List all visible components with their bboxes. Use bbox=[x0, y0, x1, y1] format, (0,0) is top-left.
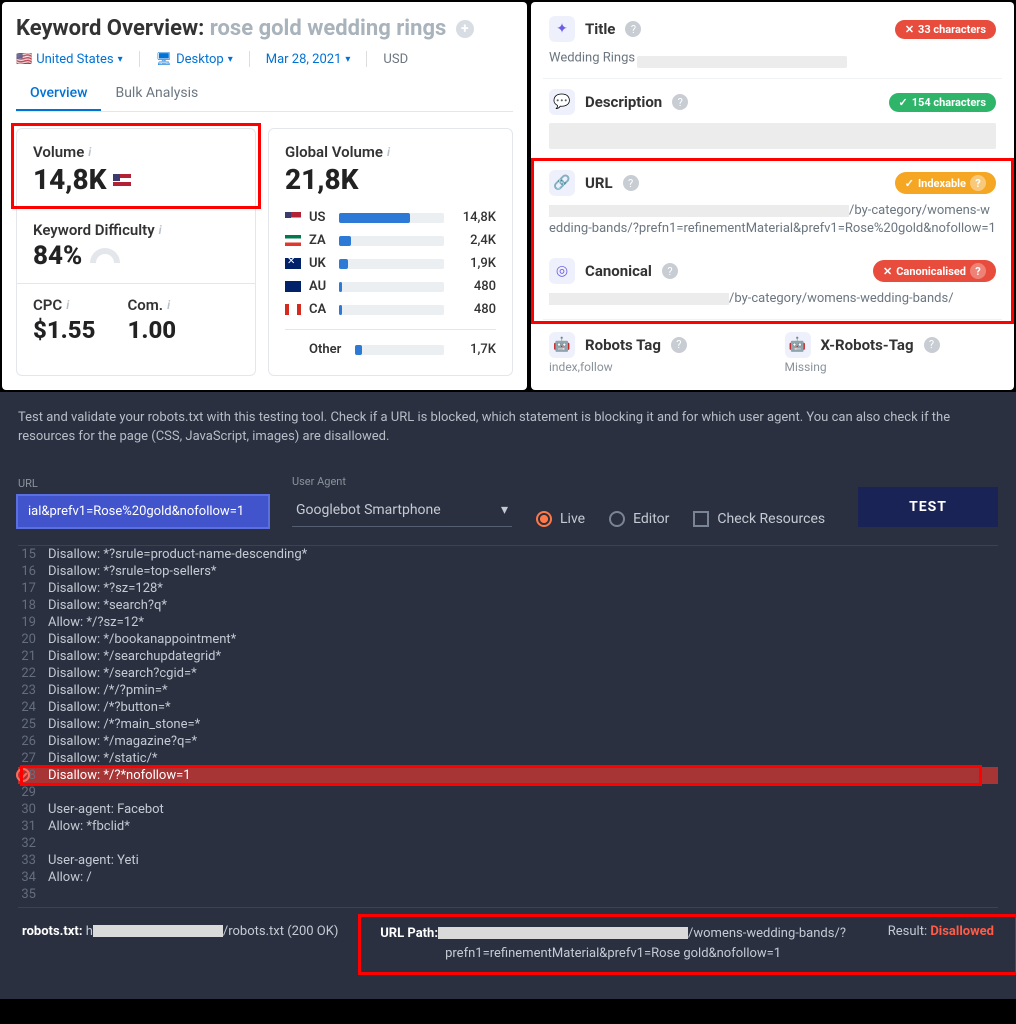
date-filter[interactable]: Mar 28, 2021 ▾ bbox=[266, 52, 351, 67]
compass-icon: ✦ bbox=[549, 16, 575, 42]
global-volume-card: Global Volume i 21,8K US14,8KZA2,4KUK1,9… bbox=[268, 128, 513, 376]
description-badge: ✓ 154 characters bbox=[889, 93, 996, 112]
add-icon[interactable]: + bbox=[456, 20, 474, 38]
code-line: 24Disallow: /*?button=* bbox=[18, 699, 998, 716]
mode-editor-radio[interactable]: Editor bbox=[609, 511, 669, 527]
code-line: 27Disallow: */static/* bbox=[18, 750, 998, 767]
code-line: 20Disallow: */bookanappointment* bbox=[18, 631, 998, 648]
code-line: 32 bbox=[18, 835, 998, 852]
code-line: 34Allow: / bbox=[18, 869, 998, 886]
code-line: 28Disallow: */?*nofollow=1 bbox=[18, 767, 998, 784]
global-volume-row: UK1,9K bbox=[285, 252, 496, 275]
user-agent-select[interactable]: Googlebot Smartphone▾ bbox=[292, 494, 512, 527]
help-icon[interactable]: ? bbox=[662, 263, 678, 279]
mode-live-radio[interactable]: Live bbox=[536, 511, 585, 527]
keyword-overview-panel: Keyword Overview: rose gold wedding ring… bbox=[2, 2, 527, 390]
tabs: Overview Bulk Analysis bbox=[16, 77, 513, 112]
code-line: 25Disallow: /*?main_stone=* bbox=[18, 716, 998, 733]
code-line: 23Disallow: /*/?pmin=* bbox=[18, 682, 998, 699]
code-line: 16Disallow: *?srule=top-sellers* bbox=[18, 563, 998, 580]
code-line: 35 bbox=[18, 886, 998, 903]
flag-us-icon bbox=[113, 174, 131, 186]
tester-description: Test and validate your robots.txt with t… bbox=[18, 408, 998, 447]
global-volume-row: US14,8K bbox=[285, 206, 496, 229]
code-line: 21Disallow: */searchupdategrid* bbox=[18, 648, 998, 665]
url-path-result: URL Path:/womens-wedding-bands/?prefn1=r… bbox=[378, 924, 847, 966]
robot-icon: 🤖 bbox=[549, 332, 575, 358]
info-icon[interactable]: i bbox=[66, 298, 69, 312]
canonical-badge: ✕ Canonicalised ? bbox=[873, 260, 996, 282]
code-line: 17Disallow: *?sz=128* bbox=[18, 580, 998, 597]
chevron-down-icon: ▾ bbox=[501, 502, 508, 518]
help-icon[interactable]: ? bbox=[623, 175, 639, 191]
robots-txt-status: robots.txt: h/robots.txt (200 OK) bbox=[22, 924, 338, 966]
global-volume-row: ZA2,4K bbox=[285, 229, 496, 252]
filter-bar: 🇺🇸 United States ▾ 🖥 Desktop ▾ Mar 28, 2… bbox=[16, 51, 513, 67]
info-icon[interactable]: i bbox=[88, 145, 91, 159]
code-line: 15Disallow: *?srule=product-name-descend… bbox=[18, 546, 998, 563]
difficulty-gauge-icon bbox=[90, 248, 120, 263]
global-volume-row: AU480 bbox=[285, 275, 496, 298]
info-icon[interactable]: i bbox=[387, 145, 390, 159]
title-badge: ✕ 33 characters bbox=[895, 20, 996, 39]
code-line: 22Disallow: */search?cgid=* bbox=[18, 665, 998, 682]
page-title: Keyword Overview: rose gold wedding ring… bbox=[16, 16, 513, 41]
robot-icon: 🤖 bbox=[785, 332, 811, 358]
description-block: 💬 Description ? ✓ 154 characters bbox=[543, 79, 1002, 160]
url-input[interactable] bbox=[18, 496, 268, 527]
flag-au-icon bbox=[285, 281, 301, 292]
tab-bulk-analysis[interactable]: Bulk Analysis bbox=[101, 77, 212, 111]
robots-tester-panel: Test and validate your robots.txt with t… bbox=[0, 392, 1016, 1000]
code-line: 31Allow: *fbclid* bbox=[18, 818, 998, 835]
flag-us-icon bbox=[285, 212, 301, 223]
seo-inspection-panel: ✦ Title ? ✕ 33 characters Wedding Rings … bbox=[531, 2, 1014, 390]
device-filter[interactable]: 🖥 Desktop ▾ bbox=[156, 52, 233, 67]
tester-footer: robots.txt: h/robots.txt (200 OK) URL Pa… bbox=[18, 907, 998, 982]
url-badge: ✓ Indexable ? bbox=[895, 172, 996, 194]
check-resources-checkbox[interactable]: Check Resources bbox=[693, 511, 825, 527]
flag-ca-icon bbox=[285, 304, 301, 315]
help-icon[interactable]: ? bbox=[924, 337, 940, 353]
help-icon[interactable]: ? bbox=[672, 94, 688, 110]
info-icon[interactable]: i bbox=[159, 223, 162, 237]
x-robots-tag-block: 🤖 X-Robots-Tag ? Missing bbox=[785, 332, 997, 374]
volume-card: Volume i 14,8K Keyword Difficulty i 84% … bbox=[16, 128, 256, 376]
title-block: ✦ Title ? ✕ 33 characters Wedding Rings bbox=[543, 6, 1002, 79]
info-icon[interactable]: i bbox=[167, 298, 170, 312]
code-line: 30User-agent: Facebot bbox=[18, 801, 998, 818]
test-button[interactable]: TEST bbox=[858, 487, 998, 527]
code-line: 26Disallow: */magazine?q=* bbox=[18, 733, 998, 750]
currency-label: USD bbox=[383, 52, 408, 67]
flag-za-icon bbox=[285, 235, 301, 246]
robots-code-viewer: 15Disallow: *?srule=product-name-descend… bbox=[18, 545, 998, 903]
flag-uk-icon bbox=[285, 258, 301, 269]
code-line: 29 bbox=[18, 784, 998, 801]
link-icon: 🔗 bbox=[549, 170, 575, 196]
country-filter[interactable]: 🇺🇸 United States ▾ bbox=[16, 52, 123, 67]
robots-tag-block: 🤖 Robots Tag ? index,follow bbox=[549, 332, 761, 374]
help-icon[interactable]: ? bbox=[625, 21, 641, 37]
global-volume-row: CA480 bbox=[285, 298, 496, 321]
code-line: 33User-agent: Yeti bbox=[18, 852, 998, 869]
tab-overview[interactable]: Overview bbox=[16, 77, 101, 111]
help-icon[interactable]: ? bbox=[671, 337, 687, 353]
url-block: 🔗 URL ? ✓ Indexable ? /by-category/women… bbox=[543, 160, 1002, 248]
target-icon: ◎ bbox=[549, 258, 575, 284]
blocked-icon bbox=[16, 768, 30, 782]
code-line: 19Allow: */?sz=12* bbox=[18, 614, 998, 631]
code-line: 18Disallow: *search?q* bbox=[18, 597, 998, 614]
canonical-block: ◎ Canonical ? ✕ Canonicalised ? /by-cate… bbox=[543, 248, 1002, 319]
test-result: Result: Disallowed bbox=[888, 924, 994, 966]
speech-icon: 💬 bbox=[549, 89, 575, 115]
